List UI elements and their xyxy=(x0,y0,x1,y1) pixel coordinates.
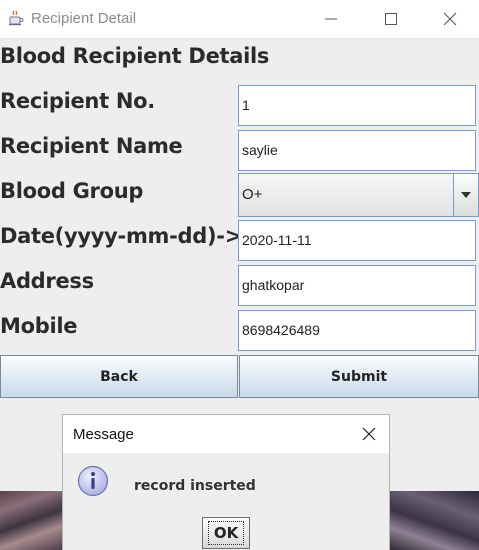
java-cup-icon xyxy=(9,10,24,26)
message-dialog: Message record inserted OK xyxy=(62,414,390,550)
dialog-message: record inserted xyxy=(134,478,256,494)
recipient-name-input[interactable] xyxy=(238,130,476,171)
minimize-icon xyxy=(325,18,337,20)
title-bar: Recipient Detail xyxy=(0,0,479,39)
blood-group-select[interactable]: O+ xyxy=(238,173,479,217)
address-label: Address xyxy=(0,269,94,293)
dialog-body: record inserted OK xyxy=(63,453,389,550)
close-icon xyxy=(362,427,376,441)
dialog-close-button[interactable] xyxy=(359,424,379,444)
window-title: Recipient Detail xyxy=(31,10,137,27)
blood-group-label: Blood Group xyxy=(0,179,144,203)
close-button[interactable] xyxy=(421,0,479,38)
submit-button[interactable]: Submit xyxy=(239,355,479,398)
address-input[interactable] xyxy=(238,265,476,306)
dropdown-arrow-button[interactable] xyxy=(453,174,478,216)
mobile-label: Mobile xyxy=(0,314,78,338)
chevron-down-icon xyxy=(461,192,471,198)
back-button[interactable]: Back xyxy=(0,355,238,398)
close-icon xyxy=(443,12,457,26)
minimize-button[interactable] xyxy=(302,0,360,38)
dialog-title-bar: Message xyxy=(63,415,389,453)
form-heading: Blood Recipient Details xyxy=(0,44,270,68)
mobile-input[interactable] xyxy=(238,310,476,351)
date-label: Date(yyyy-mm-dd)-> xyxy=(0,224,243,248)
info-icon xyxy=(77,465,109,497)
ok-button-label: OK xyxy=(207,521,245,545)
background-image-left xyxy=(0,491,64,550)
blood-group-value: O+ xyxy=(242,186,263,203)
maximize-button[interactable] xyxy=(362,0,420,38)
maximize-icon xyxy=(385,13,397,25)
recipient-no-input[interactable] xyxy=(238,85,476,126)
ok-button[interactable]: OK xyxy=(202,517,250,549)
recipient-detail-window: Recipient Detail Blood Recipient Details… xyxy=(0,0,479,550)
recipient-no-label: Recipient No. xyxy=(0,89,155,113)
background-image-right xyxy=(390,491,479,550)
date-input[interactable] xyxy=(238,220,476,261)
recipient-name-label: Recipient Name xyxy=(0,134,183,158)
dialog-title: Message xyxy=(73,426,134,443)
